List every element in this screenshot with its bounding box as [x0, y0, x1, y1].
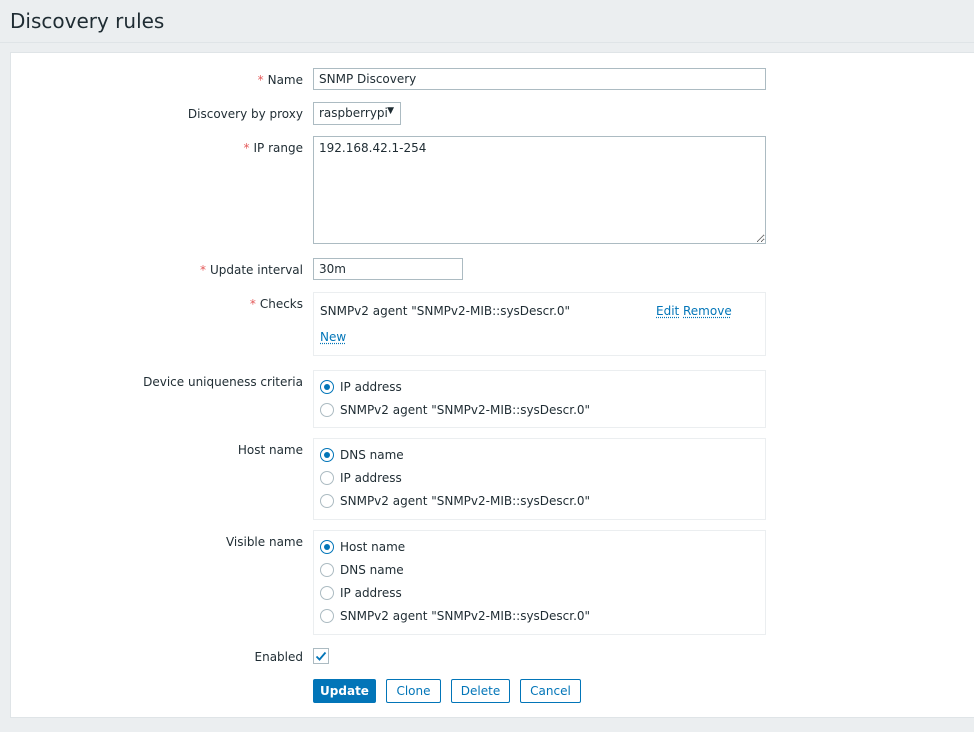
host-name-radio-group: DNS name IP address SNMPv2 agent "SNMPv2…: [313, 438, 766, 520]
name-label: * Name: [257, 73, 303, 87]
checks-label: * Checks: [249, 297, 303, 311]
host-name-label: Host name: [237, 443, 303, 457]
radio-checked-icon[interactable]: [320, 540, 334, 554]
proxy-select[interactable]: raspberrypi ▼: [313, 102, 401, 125]
required-marker: *: [249, 297, 256, 311]
host-name-option-ip[interactable]: IP address: [320, 469, 402, 487]
radio-icon[interactable]: [320, 609, 334, 623]
clone-button[interactable]: Clone: [386, 679, 441, 703]
required-marker: *: [199, 263, 206, 277]
radio-checked-icon[interactable]: [320, 448, 334, 462]
required-marker: *: [257, 73, 264, 87]
enabled-checkbox[interactable]: [313, 648, 329, 664]
host-name-option-snmp[interactable]: SNMPv2 agent "SNMPv2-MIB::sysDescr.0": [320, 492, 590, 510]
visible-name-option-host[interactable]: Host name: [320, 538, 405, 556]
radio-icon[interactable]: [320, 563, 334, 577]
proxy-label: Discovery by proxy: [187, 107, 303, 121]
enabled-label: Enabled: [254, 650, 304, 664]
visible-name-radio-group: Host name DNS name IP address SNMPv2 age…: [313, 530, 766, 635]
page-title: Discovery rules: [10, 9, 165, 33]
checks-box: SNMPv2 agent "SNMPv2-MIB::sysDescr.0" Ed…: [313, 292, 766, 356]
page-header: Discovery rules: [0, 0, 974, 43]
checkmark-icon: [315, 651, 327, 661]
visible-name-option-ip[interactable]: IP address: [320, 584, 402, 602]
update-interval-label: * Update interval: [199, 263, 303, 277]
visible-name-option-dns[interactable]: DNS name: [320, 561, 404, 579]
ip-range-textarea[interactable]: 192.168.42.1-254: [313, 136, 766, 244]
uniqueness-option-ip[interactable]: IP address: [320, 378, 402, 396]
delete-button[interactable]: Delete: [451, 679, 510, 703]
ip-range-label: * IP range: [243, 141, 303, 155]
required-marker: *: [243, 141, 250, 155]
uniqueness-radio-group: IP address SNMPv2 agent "SNMPv2-MIB::sys…: [313, 370, 766, 428]
visible-name-option-snmp[interactable]: SNMPv2 agent "SNMPv2-MIB::sysDescr.0": [320, 607, 590, 625]
check-edit-link[interactable]: Edit: [656, 304, 679, 318]
check-new-link[interactable]: New: [320, 330, 346, 344]
uniqueness-label: Device uniqueness criteria: [143, 375, 303, 389]
check-item-text: SNMPv2 agent "SNMPv2-MIB::sysDescr.0": [320, 304, 571, 318]
dropdown-arrow-icon: ▼: [387, 106, 394, 116]
visible-name-label: Visible name: [225, 535, 303, 549]
radio-icon[interactable]: [320, 586, 334, 600]
host-name-option-dns[interactable]: DNS name: [320, 446, 404, 464]
uniqueness-option-snmp[interactable]: SNMPv2 agent "SNMPv2-MIB::sysDescr.0": [320, 401, 590, 419]
check-remove-link[interactable]: Remove: [683, 304, 732, 318]
radio-icon[interactable]: [320, 494, 334, 508]
radio-checked-icon[interactable]: [320, 380, 334, 394]
cancel-button[interactable]: Cancel: [520, 679, 581, 703]
name-input[interactable]: [313, 68, 766, 90]
proxy-selected-value: raspberrypi: [319, 106, 388, 120]
radio-icon[interactable]: [320, 403, 334, 417]
radio-icon[interactable]: [320, 471, 334, 485]
update-button[interactable]: Update: [313, 679, 376, 703]
update-interval-input[interactable]: [313, 258, 463, 280]
